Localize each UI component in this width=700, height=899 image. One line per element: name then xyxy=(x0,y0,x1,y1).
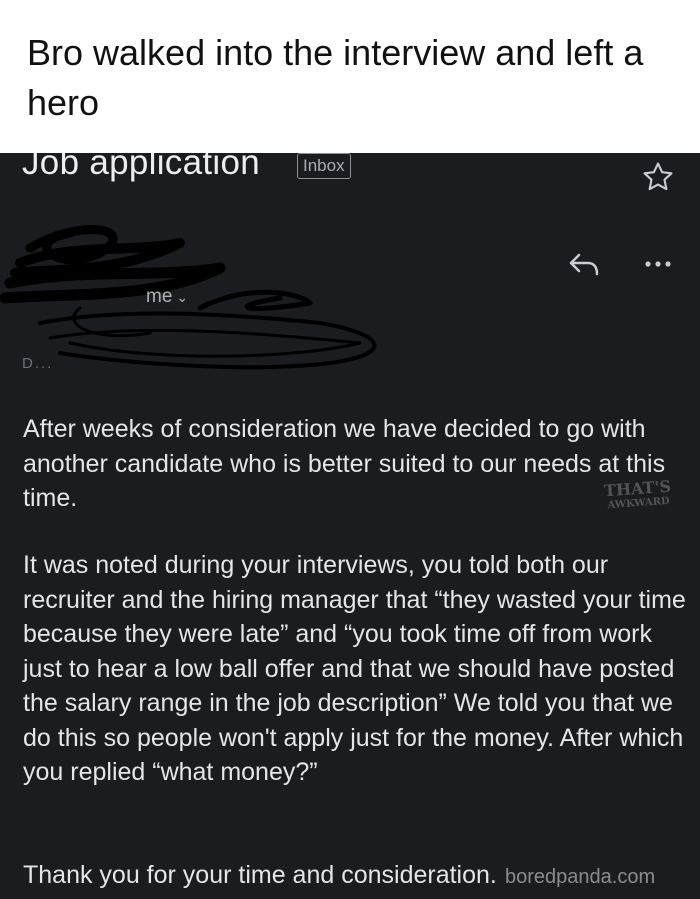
email-body-paragraph: After weeks of consideration we have dec… xyxy=(23,415,666,512)
greeting-partial: D... xyxy=(22,355,54,372)
inbox-label-badge[interactable]: Inbox xyxy=(297,153,351,179)
thats-awkward-watermark: THAT'S AWKWARD xyxy=(597,477,679,513)
email-body-paragraph: It was noted during your interviews, you… xyxy=(23,551,686,786)
more-options-icon[interactable] xyxy=(640,249,676,279)
email-subject: Job application xyxy=(22,153,260,182)
email-screenshot: Job application Inbox me ⌄ D... After wee… xyxy=(0,153,700,899)
site-watermark: boredpanda.com xyxy=(505,866,656,888)
reply-icon[interactable] xyxy=(566,249,602,279)
meme-caption: Bro walked into the interview and left a… xyxy=(27,32,644,123)
chevron-down-icon: ⌄ xyxy=(176,289,189,305)
star-icon[interactable] xyxy=(641,160,675,194)
meme-caption-area: Bro walked into the interview and left a… xyxy=(0,0,700,153)
redaction-scribble xyxy=(0,225,377,370)
recipient-label: me xyxy=(146,286,173,307)
recipient-line[interactable]: me ⌄ xyxy=(146,286,188,308)
